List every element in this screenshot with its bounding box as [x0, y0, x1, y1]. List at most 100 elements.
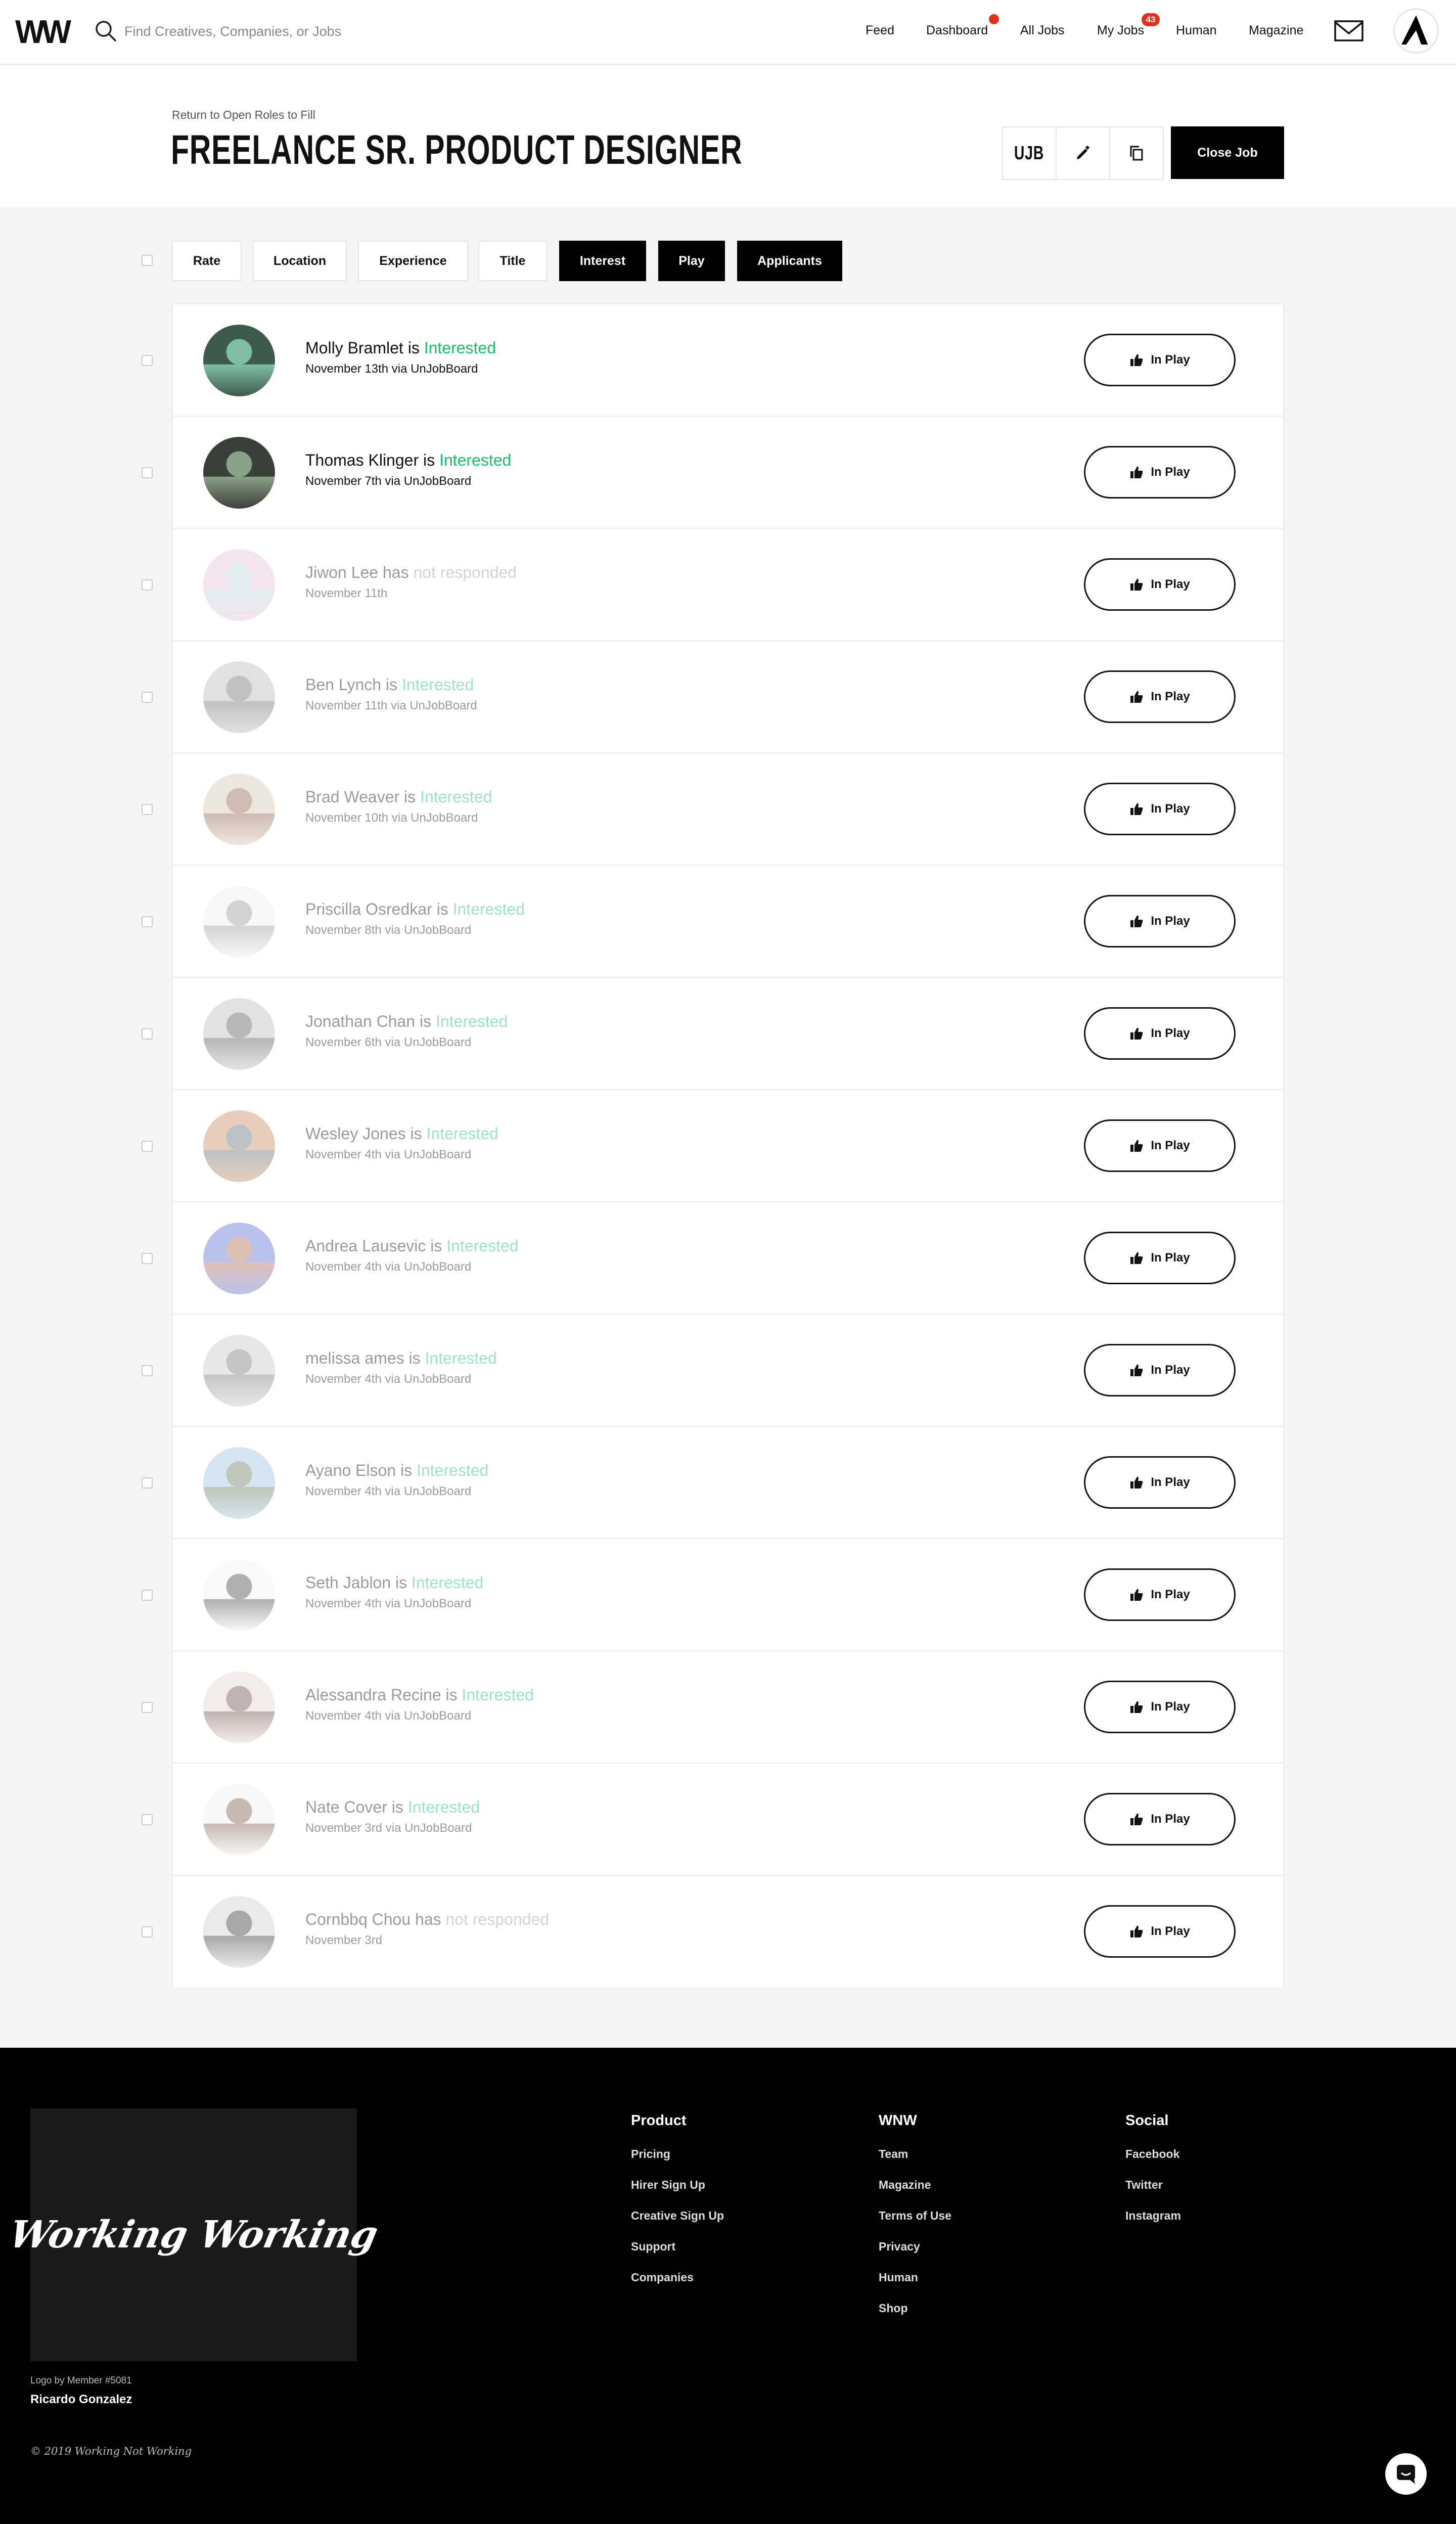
footer-link-pricing[interactable]: Pricing [631, 2147, 724, 2161]
footer-link-instagram[interactable]: Instagram [1125, 2209, 1181, 2223]
in-play-button[interactable]: In Play [1084, 1007, 1236, 1060]
candidate-checkbox[interactable] [142, 692, 153, 703]
candidate-avatar[interactable] [203, 774, 275, 845]
candidate-name[interactable]: Jonathan Chan [305, 1012, 415, 1030]
filter-play[interactable]: Play [658, 241, 725, 281]
search-icon[interactable] [94, 19, 117, 42]
candidate-checkbox[interactable] [142, 1590, 153, 1601]
candidate-avatar[interactable] [203, 437, 275, 509]
candidate-row[interactable]: Molly Bramlet is Interested November 13t… [142, 304, 1283, 417]
filter-applicants[interactable]: Applicants [737, 241, 842, 281]
candidate-row[interactable]: Ben Lynch is Interested November 11th vi… [142, 641, 1283, 753]
candidate-avatar[interactable] [203, 1335, 275, 1407]
candidate-checkbox[interactable] [142, 1253, 153, 1264]
candidate-checkbox[interactable] [142, 467, 153, 478]
in-play-button[interactable]: In Play [1084, 1456, 1236, 1509]
candidate-checkbox[interactable] [142, 1028, 153, 1040]
filter-rate[interactable]: Rate [172, 241, 242, 281]
candidate-name[interactable]: Ayano Elson [305, 1461, 396, 1479]
candidate-name[interactable]: Molly Bramlet [305, 339, 403, 357]
footer-link-companies[interactable]: Companies [631, 2271, 724, 2284]
candidate-avatar[interactable] [203, 1559, 275, 1631]
footer-link-support[interactable]: Support [631, 2240, 724, 2253]
site-logo[interactable]: WW [15, 16, 71, 49]
footer-link-facebook[interactable]: Facebook [1125, 2147, 1181, 2161]
candidate-checkbox[interactable] [142, 1141, 153, 1152]
footer-link-creative-sign-up[interactable]: Creative Sign Up [631, 2209, 724, 2223]
candidate-checkbox[interactable] [142, 916, 153, 927]
in-play-button[interactable]: In Play [1084, 1232, 1236, 1284]
candidate-avatar[interactable] [203, 1110, 275, 1182]
candidate-avatar[interactable] [203, 1896, 275, 1968]
candidate-name[interactable]: melissa ames [305, 1349, 404, 1367]
candidate-name[interactable]: Jiwon Lee [305, 563, 378, 581]
footer-link-hirer-sign-up[interactable]: Hirer Sign Up [631, 2178, 724, 2192]
candidate-row[interactable]: Cornbbq Chou has not responded November … [142, 1876, 1283, 1988]
candidate-checkbox[interactable] [142, 355, 153, 366]
nav-link-feed[interactable]: Feed [866, 23, 894, 38]
candidate-checkbox[interactable] [142, 1814, 153, 1825]
return-link[interactable]: Return to Open Roles to Fill [172, 108, 315, 122]
candidate-row[interactable]: Brad Weaver is Interested November 10th … [142, 753, 1283, 866]
candidate-name[interactable]: Brad Weaver [305, 788, 399, 806]
candidate-name[interactable]: Cornbbq Chou [305, 1910, 411, 1928]
candidate-name[interactable]: Andrea Lausevic [305, 1237, 426, 1255]
candidate-name[interactable]: Seth Jablon [305, 1573, 391, 1592]
close-job-button[interactable]: Close Job [1171, 126, 1284, 179]
filter-interest[interactable]: Interest [559, 241, 646, 281]
footer-link-team[interactable]: Team [879, 2147, 951, 2161]
candidate-avatar[interactable] [203, 1223, 275, 1294]
candidate-row[interactable]: melissa ames is Interested November 4th … [142, 1315, 1283, 1427]
in-play-button[interactable]: In Play [1084, 670, 1236, 723]
candidate-name[interactable]: Priscilla Osredkar [305, 900, 432, 918]
select-all-checkbox[interactable] [142, 255, 153, 266]
logo-author-link[interactable]: Ricardo Gonzalez [30, 2393, 132, 2407]
candidate-name[interactable]: Nate Cover [305, 1798, 387, 1816]
candidate-row[interactable]: Ayano Elson is Interested November 4th v… [142, 1427, 1283, 1539]
in-play-button[interactable]: In Play [1084, 1905, 1236, 1958]
candidate-checkbox[interactable] [142, 1477, 153, 1489]
candidate-avatar[interactable] [203, 886, 275, 958]
user-avatar[interactable] [1393, 8, 1439, 54]
in-play-button[interactable]: In Play [1084, 1793, 1236, 1845]
in-play-button[interactable]: In Play [1084, 1344, 1236, 1396]
candidate-row[interactable]: Wesley Jones is Interested November 4th … [142, 1090, 1283, 1202]
candidate-avatar[interactable] [203, 661, 275, 733]
edit-job-button[interactable] [1057, 127, 1110, 179]
in-play-button[interactable]: In Play [1084, 1681, 1236, 1733]
candidate-checkbox[interactable] [142, 579, 153, 591]
mail-icon[interactable] [1334, 19, 1364, 42]
nav-link-human[interactable]: Human [1176, 23, 1217, 38]
candidate-row[interactable]: Thomas Klinger is Interested November 7t… [142, 417, 1283, 529]
candidate-row[interactable]: Seth Jablon is Interested November 4th v… [142, 1539, 1283, 1651]
footer-link-human[interactable]: Human [879, 2271, 951, 2284]
candidate-row[interactable]: Jonathan Chan is Interested November 6th… [142, 978, 1283, 1090]
candidate-row[interactable]: Alessandra Recine is Interested November… [142, 1651, 1283, 1764]
footer-link-shop[interactable]: Shop [879, 2302, 951, 2315]
chat-button[interactable] [1385, 2453, 1427, 2495]
candidate-checkbox[interactable] [142, 1365, 153, 1376]
candidate-avatar[interactable] [203, 1672, 275, 1743]
candidate-checkbox[interactable] [142, 804, 153, 815]
in-play-button[interactable]: In Play [1084, 1568, 1236, 1621]
nav-link-dashboard[interactable]: Dashboard [926, 23, 988, 38]
filter-experience[interactable]: Experience [358, 241, 468, 281]
footer-link-terms[interactable]: Terms of Use [879, 2209, 951, 2223]
in-play-button[interactable]: In Play [1084, 1119, 1236, 1172]
footer-link-privacy[interactable]: Privacy [879, 2240, 951, 2253]
filter-location[interactable]: Location [253, 241, 347, 281]
ujb-button[interactable]: UJB [1003, 127, 1057, 179]
candidate-avatar[interactable] [203, 998, 275, 1070]
candidate-name[interactable]: Thomas Klinger [305, 451, 419, 469]
candidate-row[interactable]: Nate Cover is Interested November 3rd vi… [142, 1764, 1283, 1876]
search-input[interactable] [124, 20, 529, 42]
in-play-button[interactable]: In Play [1084, 446, 1236, 499]
candidate-checkbox[interactable] [142, 1926, 153, 1937]
in-play-button[interactable]: In Play [1084, 558, 1236, 611]
nav-link-my-jobs[interactable]: My Jobs [1097, 23, 1144, 38]
nav-link-magazine[interactable]: Magazine [1249, 23, 1303, 38]
candidate-avatar[interactable] [203, 1784, 275, 1856]
footer-link-twitter[interactable]: Twitter [1125, 2178, 1181, 2192]
candidate-avatar[interactable] [203, 1447, 275, 1519]
candidate-name[interactable]: Alessandra Recine [305, 1686, 441, 1704]
